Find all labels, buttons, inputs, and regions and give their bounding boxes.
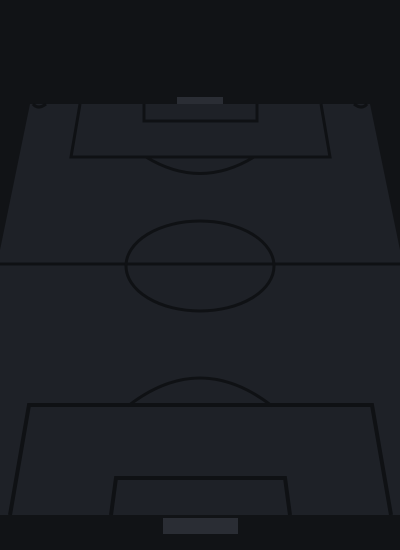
far-goal: [177, 97, 223, 104]
pitch-view: [0, 0, 400, 550]
soccer-pitch: [0, 0, 400, 550]
near-goal: [163, 518, 238, 534]
